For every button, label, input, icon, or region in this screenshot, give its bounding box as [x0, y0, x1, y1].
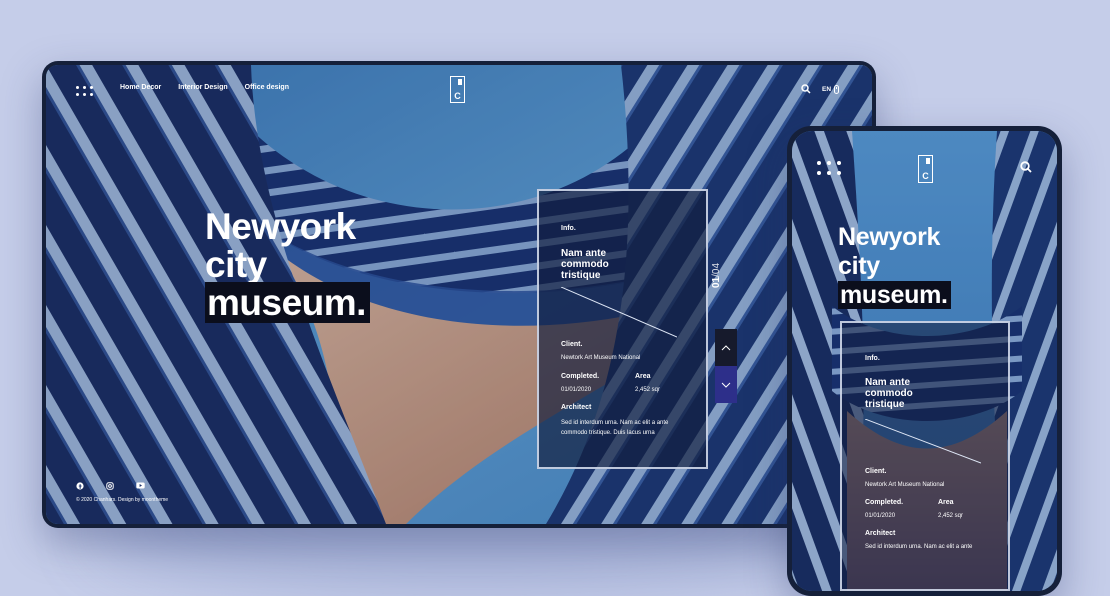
- card-tag: Info.: [561, 225, 576, 232]
- mobile-client-value: Newtork Art Museum National: [865, 482, 945, 488]
- mobile-hero-title-line-3: museum.: [838, 281, 951, 309]
- mobile-hero-title-line-1: Newyork: [838, 223, 941, 251]
- mobile-card-tag: Info.: [865, 355, 880, 362]
- nav-link-interior-design[interactable]: Interior Design: [178, 84, 227, 91]
- chevron-down-icon: [721, 382, 731, 388]
- architect-text: Sed id interdum urna. Nam ac elit a ante…: [561, 418, 668, 438]
- mobile-area-label: Area: [938, 499, 954, 506]
- search-icon[interactable]: [801, 84, 811, 94]
- card-title-line-1: Nam ante: [561, 248, 607, 259]
- architect-label: Architect: [561, 404, 592, 411]
- desktop-screen: Home Decor Interior Design Office design…: [46, 65, 872, 524]
- mobile-card-divider-line: [865, 419, 981, 464]
- completed-label: Completed.: [561, 373, 600, 380]
- mobile-architect-text: Sed id interdum urna. Nam ac elit a ante: [865, 544, 973, 550]
- hero-background-image: [46, 65, 872, 524]
- architect-text-line-2: commodo tristique. Duis lacus urna: [561, 430, 655, 436]
- card-title-line-3: tristique: [561, 270, 601, 281]
- card-divider-line: [561, 287, 677, 338]
- slide-total: /04: [711, 262, 722, 277]
- mobile-logo-notch: [926, 158, 930, 164]
- mobile-menu-grid-icon[interactable]: [817, 161, 841, 175]
- mobile-client-label: Client.: [865, 468, 887, 475]
- card-title: Nam ante commodo tristique: [561, 248, 609, 281]
- area-label: Area: [635, 373, 651, 380]
- slide-next-button[interactable]: [715, 366, 737, 403]
- mobile-hero-title-line-2: city: [838, 252, 880, 280]
- hero-title: Newyork city museum.: [205, 206, 370, 323]
- mobile-card-title: Nam ante commodo tristique: [865, 377, 913, 410]
- mobile-logo-letter: C: [922, 171, 929, 181]
- logo-letter: C: [454, 91, 461, 101]
- mobile-brand-logo[interactable]: C: [918, 155, 933, 183]
- hero-title-line-3: museum.: [205, 282, 370, 323]
- mobile-completed-value: 01/01/2020: [865, 513, 896, 519]
- mobile-card-title-line-1: Nam ante: [865, 377, 911, 388]
- menu-grid-icon[interactable]: [76, 86, 93, 96]
- mobile-project-info-card: Info. Nam ante commodo tristique Client.…: [840, 321, 1010, 591]
- desktop-frame: Home Decor Interior Design Office design…: [42, 61, 876, 528]
- hero-title-line-2: city: [205, 244, 267, 285]
- nav-links: Home Decor Interior Design Office design: [120, 84, 289, 91]
- mobile-hero-title: Newyork city museum.: [838, 223, 951, 310]
- top-navigation: Home Decor Interior Design Office design…: [46, 65, 872, 121]
- card-title-line-2: commodo: [561, 259, 609, 270]
- social-links: [76, 482, 145, 490]
- copyright-text: © 2020 Chanhars. Design by moontheme: [76, 497, 169, 503]
- project-info-card: Info. Nam ante commodo tristique Client.…: [537, 189, 708, 469]
- nav-link-office-design[interactable]: Office design: [245, 84, 289, 91]
- area-value: 2,452 sqr: [635, 387, 661, 393]
- mobile-completed-label: Completed.: [865, 499, 904, 506]
- architect-text-line-1: Sed id interdum urna. Nam ac elit a ante: [561, 420, 669, 426]
- mobile-search-icon[interactable]: [1020, 161, 1032, 173]
- client-label: Client.: [561, 341, 583, 348]
- language-switch[interactable]: EN: [822, 86, 831, 93]
- hero-title-line-1: Newyork: [205, 206, 356, 247]
- slide-current: 01: [711, 276, 722, 288]
- slide-counter: 01/04: [711, 263, 722, 288]
- mobile-frame: C Newyork city museum. Info. Nam ante co…: [787, 126, 1062, 596]
- mobile-screen: C Newyork city museum. Info. Nam ante co…: [792, 131, 1057, 591]
- mouse-scroll-icon: [834, 85, 839, 94]
- instagram-icon[interactable]: [106, 482, 114, 490]
- facebook-icon[interactable]: [76, 482, 84, 490]
- brand-logo[interactable]: C: [450, 76, 465, 103]
- logo-notch: [458, 79, 462, 85]
- completed-value: 01/01/2020: [561, 387, 592, 393]
- youtube-icon[interactable]: [136, 482, 145, 489]
- mobile-architect-label: Architect: [865, 530, 896, 537]
- slide-prev-button[interactable]: [715, 329, 737, 366]
- chevron-up-icon: [721, 344, 731, 350]
- client-value: Newtork Art Museum National: [561, 355, 641, 361]
- mobile-card-title-line-2: commodo: [865, 388, 913, 399]
- mobile-card-title-line-3: tristique: [865, 399, 905, 410]
- nav-link-home-decor[interactable]: Home Decor: [120, 84, 161, 91]
- mobile-area-value: 2,452 sqr: [938, 513, 964, 519]
